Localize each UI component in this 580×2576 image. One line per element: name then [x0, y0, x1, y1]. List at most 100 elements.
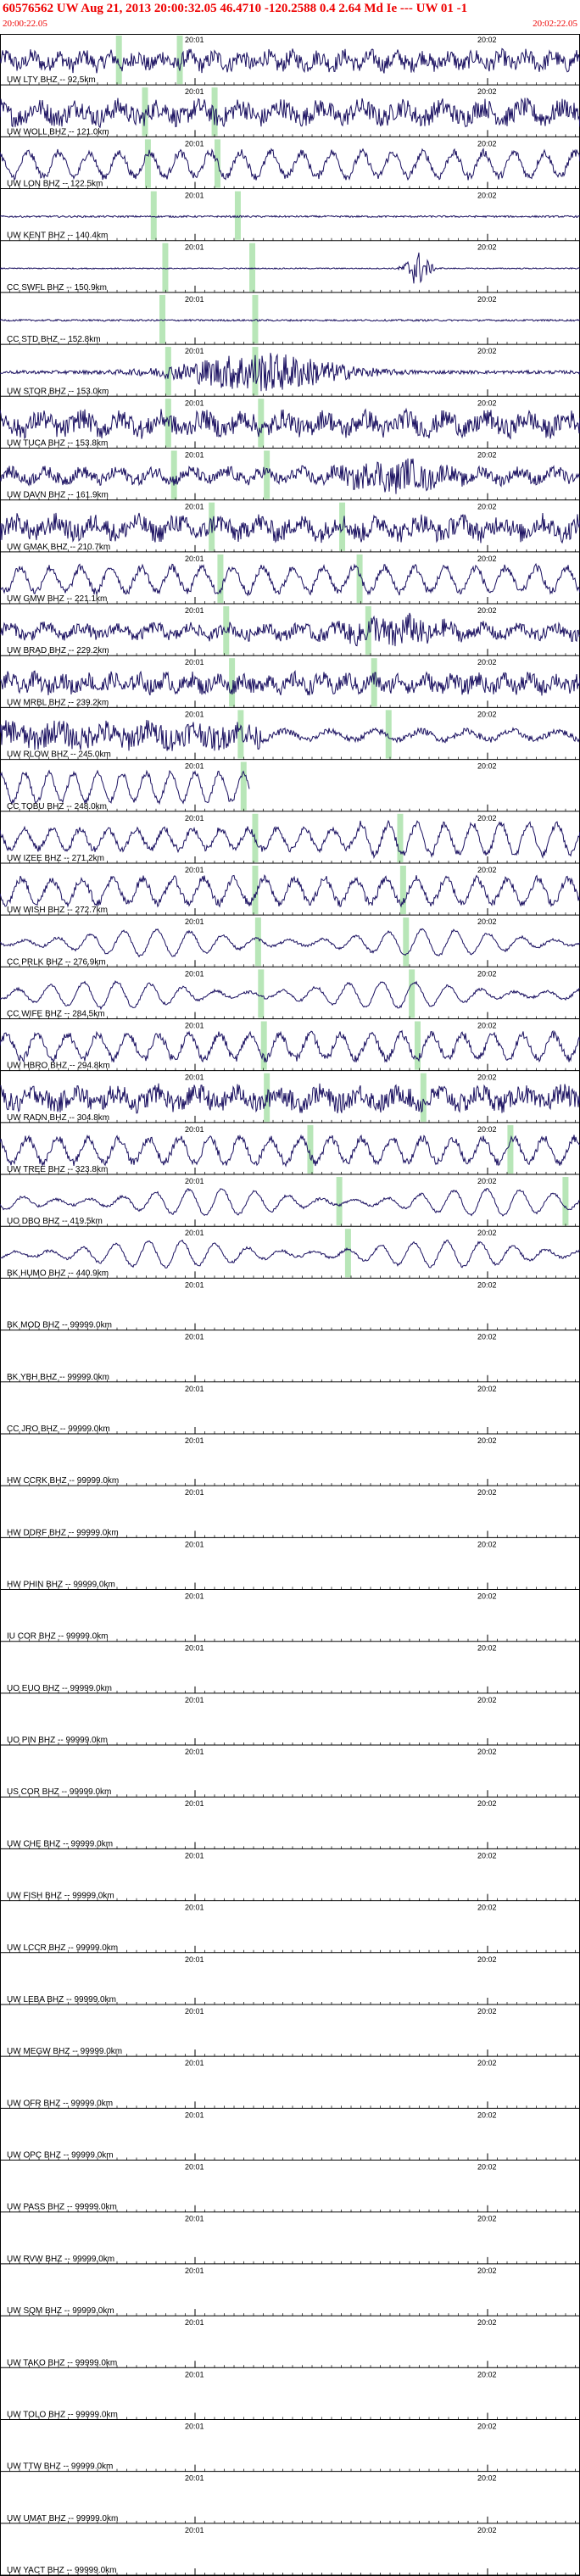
waveform-trace	[0, 458, 580, 494]
minute-label: 20:01	[185, 347, 204, 355]
station-label: UW SQM BHZ -- 99999.0km	[7, 2306, 114, 2316]
minute-label: 20:02	[477, 139, 497, 148]
station-label: BK HUMO BHZ -- 440.9km	[7, 1268, 109, 1278]
station-label: US COR BHZ -- 99999.0km	[7, 1787, 111, 1797]
waveform-trace	[0, 928, 580, 958]
station-label: CC SWFL BHZ -- 150.9km	[7, 283, 107, 293]
minute-label: 20:01	[185, 192, 204, 200]
trace-row: 20:01 20:02 UO EUO BHZ -- 99999.0km	[0, 1644, 580, 1694]
trace-row: 20:01 20:02 UW GMAK BHZ -- 210.7km	[0, 502, 580, 553]
phase-pick-marker	[336, 1177, 343, 1226]
phase-pick-marker	[115, 36, 122, 85]
trace-row: 20:01 20:02 HW CCRK BHZ -- 99999.0km	[0, 1436, 580, 1486]
waveform-trace	[0, 148, 580, 181]
minute-label: 20:01	[185, 1644, 204, 1653]
minute-label: 20:01	[185, 866, 204, 874]
phase-pick-marker	[403, 917, 410, 967]
station-label: UW CHE BHZ -- 99999.0km	[7, 1839, 113, 1848]
waveform-trace	[0, 353, 580, 392]
phase-pick-marker	[159, 294, 166, 344]
trace-row: 20:01 20:02 UW TREE BHZ -- 323.8km	[0, 1124, 580, 1175]
trace-row: 20:01 20:02 UW DAVN BHZ -- 161.9km	[0, 450, 580, 501]
phase-pick-marker	[258, 969, 265, 1018]
minute-label: 20:01	[185, 762, 204, 771]
phase-pick-marker	[397, 813, 404, 862]
minute-label: 20:01	[185, 1073, 204, 1082]
minute-label: 20:02	[477, 2163, 497, 2172]
station-label: CC TOBU BHZ -- 248.0km	[7, 802, 107, 811]
waveform-trace	[0, 873, 580, 908]
station-label: UW RVW BHZ -- 99999.0km	[7, 2255, 114, 2264]
trace-row: 20:01 20:02 UW GMW BHZ -- 221.1km	[0, 554, 580, 605]
station-label: CC PRLK BHZ -- 276.9km	[7, 957, 106, 967]
minute-label: 20:02	[477, 1696, 497, 1704]
trace-row: 20:01 20:02 UW RVW BHZ -- 99999.0km	[0, 2215, 580, 2265]
minute-label: 20:01	[185, 399, 204, 407]
minute-label: 20:02	[477, 1955, 497, 1964]
station-label: CC STD BHZ -- 152.8km	[7, 335, 101, 344]
trace-row: 20:01 20:02 UW RLOW BHZ -- 245.0km	[0, 710, 580, 761]
minute-label: 20:02	[477, 450, 497, 459]
station-label: UW HBRO BHZ -- 294.8km	[7, 1062, 110, 1071]
minute-label: 20:02	[477, 866, 497, 874]
minute-label: 20:01	[185, 2422, 204, 2430]
waveform-trace	[0, 562, 580, 597]
minute-label: 20:01	[185, 1125, 204, 1134]
trace-row: 20:01 20:02 UW LCCR BHZ -- 99999.0km	[0, 1904, 580, 1954]
station-label: BK MOD BHZ -- 99999.0km	[7, 1321, 112, 1330]
minute-label: 20:02	[477, 2007, 497, 2016]
minute-label: 20:02	[477, 1333, 497, 1341]
minute-label: 20:02	[477, 87, 497, 96]
phase-pick-marker	[254, 917, 261, 967]
waveform-trace	[0, 1029, 580, 1063]
waveform-trace	[0, 980, 580, 1011]
station-label: IU COR BHZ -- 99999.0km	[7, 1632, 108, 1642]
station-label: UW DAVN BHZ -- 161.9km	[7, 491, 109, 500]
minute-label: 20:02	[477, 2110, 497, 2119]
minute-label: 20:02	[477, 347, 497, 355]
waveform-trace	[0, 1188, 580, 1217]
trace-row: 20:01 20:02 IU COR BHZ -- 99999.0km	[0, 1592, 580, 1642]
waveform-trace	[0, 1083, 580, 1114]
minute-label: 20:02	[477, 2526, 497, 2534]
trace-row: 20:01 20:02 CC PRLK BHZ -- 276.9km	[0, 917, 580, 967]
station-label: BK YBH BHZ -- 99999.0km	[7, 1373, 109, 1382]
minute-label: 20:01	[185, 658, 204, 666]
station-label: UW KENT BHZ -- 140.4km	[7, 231, 108, 241]
trace-row: 20:01 20:02 UW OFR BHZ -- 99999.0km	[0, 2059, 580, 2109]
minute-label: 20:01	[185, 1904, 204, 1912]
minute-label: 20:02	[477, 2474, 497, 2483]
minute-label: 20:01	[185, 1799, 204, 1808]
minute-label: 20:02	[477, 36, 497, 44]
trace-row: 20:01 20:02 UW TUCA BHZ -- 153.8km	[0, 399, 580, 449]
phase-pick-marker	[507, 1124, 514, 1174]
event-title: 60576562 UW Aug 21, 2013 20:00:32.05 46.…	[3, 2, 468, 15]
start-time-label: 20:00:22.05	[3, 19, 47, 29]
minute-label: 20:02	[477, 1125, 497, 1134]
minute-label: 20:01	[185, 2370, 204, 2378]
station-label: UW LCCR BHZ -- 99999.0km	[7, 1943, 118, 1953]
minute-label: 20:02	[477, 1229, 497, 1237]
minute-label: 20:02	[477, 2370, 497, 2378]
minute-label: 20:02	[477, 2422, 497, 2430]
end-time-label: 20:02:22.05	[533, 19, 577, 29]
station-label: UW RLOW BHZ -- 245.0km	[7, 750, 111, 760]
phase-pick-marker	[165, 347, 171, 396]
trace-row: 20:01 20:02 UW TTW BHZ -- 99999.0km	[0, 2422, 580, 2473]
seismogram-panel: 20:01 20:02 UW LTY BHZ -- 92.5km 20:01 20:02…	[0, 34, 580, 2576]
minute-label: 20:01	[185, 450, 204, 459]
station-label: UW LEBA BHZ -- 99999.0km	[7, 1995, 116, 2004]
minute-label: 20:01	[185, 1851, 204, 1860]
waveform-trace	[0, 318, 580, 322]
station-label: UW BRAD BHZ -- 229.2km	[7, 646, 109, 655]
trace-row: 20:01 20:02 UW LON BHZ -- 122.5km	[0, 139, 580, 190]
minute-label: 20:02	[477, 814, 497, 822]
trace-row: 20:01 20:02 UW CHE BHZ -- 99999.0km	[0, 1799, 580, 1849]
station-label: HW DDRF BHZ -- 99999.0km	[7, 1528, 119, 1537]
minute-label: 20:01	[185, 814, 204, 822]
phase-pick-marker	[217, 554, 224, 604]
station-label: UW STOR BHZ -- 153.0km	[7, 387, 109, 396]
minute-label: 20:02	[477, 1799, 497, 1808]
waveform-trace	[0, 719, 580, 751]
trace-row: 20:01 20:02 UW RADN BHZ -- 304.8km	[0, 1073, 580, 1124]
